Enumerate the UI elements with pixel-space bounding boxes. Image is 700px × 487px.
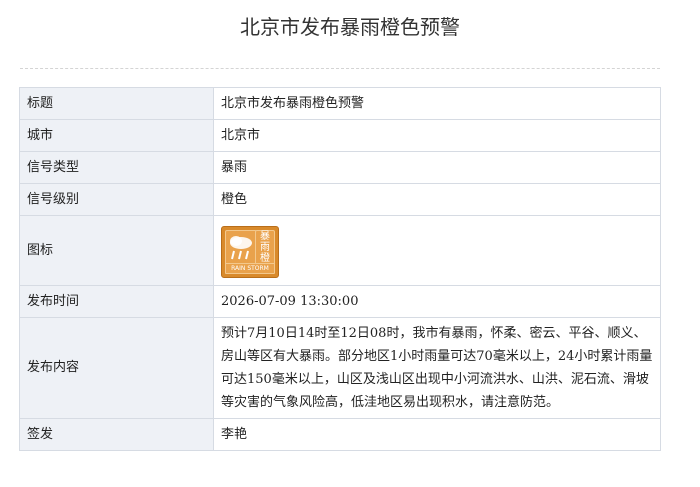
icon-char: 暴 <box>260 230 270 242</box>
icon-caption: RAIN STORM <box>225 262 275 274</box>
rainstorm-orange-warning-icon: 暴 雨 橙 RAIN STORM <box>221 225 279 278</box>
warning-page: 北京市发布暴雨橙色预警 标题 北京市发布暴雨橙色预警 城市 北京市 信号类型 暴… <box>0 0 700 487</box>
table-row: 签发 李艳 <box>19 418 661 451</box>
table-row: 发布内容 预计7月10日14时至12日08时，我市有暴雨，怀柔、密云、平谷、顺义… <box>19 317 661 419</box>
warning-content-text: 预计7月10日14时至12日08时，我市有暴雨，怀柔、密云、平谷、顺义、房山等区… <box>221 326 653 410</box>
table-row: 城市 北京市 <box>19 119 661 152</box>
row-label: 发布时间 <box>19 285 214 318</box>
row-value: 李艳 <box>213 418 661 451</box>
row-value: 暴雨 <box>213 151 661 184</box>
table-row: 图标 暴 雨 橙 RAIN STORM <box>19 215 661 286</box>
table-row: 标题 北京市发布暴雨橙色预警 <box>19 87 661 120</box>
row-label: 信号类型 <box>19 151 214 184</box>
row-value: 橙色 <box>213 183 661 216</box>
row-label: 标题 <box>19 87 214 120</box>
row-value: 暴 雨 橙 RAIN STORM <box>213 215 661 286</box>
row-label: 图标 <box>19 215 214 286</box>
icon-text-block: 暴 雨 橙 <box>255 229 275 266</box>
table-row: 信号类型 暴雨 <box>19 151 661 184</box>
warning-info-table: 标题 北京市发布暴雨橙色预警 城市 北京市 信号类型 暴雨 信号级别 橙色 图标 <box>19 87 661 451</box>
title-divider <box>20 68 660 69</box>
row-label: 信号级别 <box>19 183 214 216</box>
row-value: 北京市 <box>213 119 661 152</box>
row-label: 签发 <box>19 418 214 451</box>
icon-char: 雨 <box>260 241 270 253</box>
row-value: 预计7月10日14时至12日08时，我市有暴雨，怀柔、密云、平谷、顺义、房山等区… <box>213 317 661 419</box>
page-title: 北京市发布暴雨橙色预警 <box>240 15 460 39</box>
icon-char: 橙 <box>260 252 270 264</box>
cloud-rain-icon <box>225 229 257 266</box>
row-value: 2026-07-09 13:30:00 <box>213 285 661 318</box>
table-row: 发布时间 2026-07-09 13:30:00 <box>19 285 661 318</box>
row-label: 发布内容 <box>19 317 214 419</box>
row-label: 城市 <box>19 119 214 152</box>
table-row: 信号级别 橙色 <box>19 183 661 216</box>
row-value: 北京市发布暴雨橙色预警 <box>213 87 661 120</box>
